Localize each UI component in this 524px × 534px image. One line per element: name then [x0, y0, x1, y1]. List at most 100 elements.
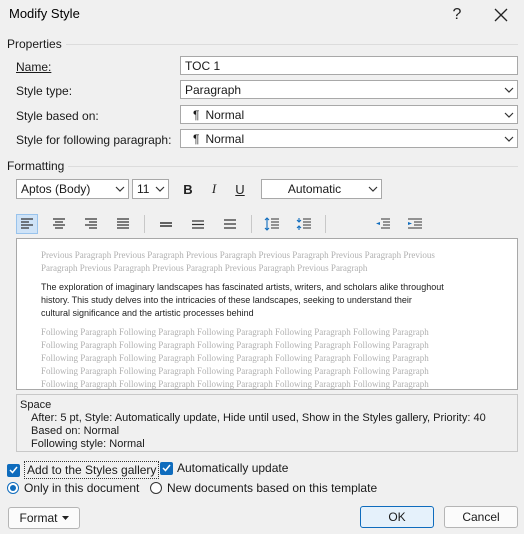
preview-previous-paragraph: Previous Paragraph Previous Paragraph Pr… [41, 249, 481, 275]
description-line: Space [20, 399, 52, 411]
font-select[interactable]: Aptos (Body) [16, 179, 129, 199]
paragraph-spacing-up-icon [264, 217, 279, 231]
decrease-indent-icon [376, 218, 390, 229]
preview-pane: Previous Paragraph Previous Paragraph Pr… [16, 238, 518, 390]
preview-line: Previous Paragraph Previous Paragraph Pr… [41, 250, 435, 260]
style-description: Space After: 5 pt, Style: Automatically … [16, 394, 518, 452]
only-this-document-radio[interactable]: Only in this document [7, 481, 139, 495]
decrease-indent-button[interactable] [372, 214, 394, 234]
only-this-document-label: Only in this document [24, 481, 140, 495]
style-following-select[interactable]: ¶ Normal [180, 129, 518, 148]
bold-button[interactable]: B [180, 180, 196, 198]
font-size-select[interactable]: 11 [132, 179, 169, 199]
chevron-down-icon [365, 180, 381, 198]
radio-unselected-icon [150, 482, 162, 494]
align-left-icon [21, 218, 33, 229]
style-type-label: Style type: [16, 84, 73, 98]
font-color-select[interactable]: Automatic [261, 179, 382, 199]
formatting-divider [68, 166, 518, 167]
add-to-gallery-label: Add to the Styles gallery [24, 461, 160, 479]
italic-button[interactable]: I [206, 180, 222, 198]
align-center-button[interactable] [48, 214, 70, 234]
preview-line: Paragraph Previous Paragraph Previous Pa… [41, 263, 368, 273]
cancel-button[interactable]: Cancel [444, 506, 518, 528]
new-documents-label: New documents based on this template [167, 481, 378, 495]
title-bar: Modify Style ? [0, 0, 524, 30]
dialog-title: Modify Style [9, 6, 80, 21]
description-line: Based on: Normal [31, 425, 120, 437]
align-center-icon [53, 218, 65, 229]
help-button[interactable]: ? [437, 2, 477, 28]
align-right-button[interactable] [80, 214, 102, 234]
style-type-value: Paragraph [185, 82, 242, 97]
paragraph-mark-icon: ¶ [193, 131, 200, 146]
paragraph-spacing-down-icon [296, 218, 311, 230]
preview-following-paragraph: Following Paragraph Following Paragraph … [41, 326, 481, 389]
checkbox-checked-icon [160, 461, 173, 475]
justify-icon [117, 218, 129, 229]
style-based-on-label: Style based on: [16, 109, 99, 123]
font-size-value: 11 [137, 182, 150, 196]
preview-line: Following Paragraph Following Paragraph … [41, 340, 429, 350]
decrease-paragraph-spacing-button[interactable] [293, 214, 315, 234]
ok-button[interactable]: OK [360, 506, 434, 528]
font-value: Aptos (Body) [21, 182, 91, 196]
paragraph-mark-icon: ¶ [193, 107, 200, 122]
preview-line: cultural significance and the artistic p… [41, 308, 254, 318]
chevron-down-icon [152, 180, 168, 198]
one-half-spacing-icon [192, 220, 204, 229]
style-following-label: Style for following paragraph: [16, 133, 172, 147]
underline-button[interactable]: U [232, 180, 248, 198]
increase-indent-button[interactable] [404, 214, 426, 234]
properties-divider [66, 44, 518, 45]
description-line: Following style: Normal [31, 438, 145, 450]
style-based-on-select[interactable]: ¶ Normal [180, 105, 518, 124]
name-field[interactable]: TOC 1 [180, 56, 518, 75]
toolbar-separator [325, 215, 326, 233]
chevron-down-icon [501, 106, 517, 123]
auto-update-label: Automatically update [177, 461, 289, 475]
close-icon [494, 8, 508, 22]
formatting-group-label: Formatting [7, 159, 65, 173]
format-menu-button[interactable]: Format [8, 507, 80, 529]
checkbox-checked-icon [7, 463, 20, 477]
toolbar-separator [144, 215, 145, 233]
auto-update-checkbox[interactable]: Automatically update [160, 461, 288, 475]
preview-line: Following Paragraph Following Paragraph … [41, 366, 429, 376]
preview-line: Following Paragraph Following Paragraph … [41, 379, 429, 389]
new-documents-radio[interactable]: New documents based on this template [150, 481, 377, 495]
align-left-button[interactable] [16, 214, 38, 234]
properties-group-label: Properties [7, 37, 62, 51]
close-button[interactable] [481, 2, 521, 28]
font-color-value: Automatic [287, 182, 342, 196]
radio-selected-icon [7, 482, 19, 494]
justify-button[interactable] [112, 214, 134, 234]
toolbar-separator [251, 215, 252, 233]
preview-line: Following Paragraph Following Paragraph … [41, 327, 429, 337]
align-right-icon [85, 218, 97, 229]
preview-current-paragraph: The exploration of imaginary landscapes … [41, 281, 491, 320]
preview-line: The exploration of imaginary landscapes … [41, 282, 444, 292]
style-following-value: Normal [205, 131, 245, 146]
help-icon: ? [452, 6, 462, 23]
increase-indent-icon [408, 218, 422, 229]
chevron-down-icon [501, 81, 517, 98]
format-button-label: Format [19, 511, 58, 525]
name-label: Name: [16, 60, 52, 74]
preview-line: history. This study delves into the intr… [41, 295, 412, 305]
add-to-gallery-checkbox[interactable]: Add to the Styles gallery [7, 461, 160, 479]
description-line: After: 5 pt, Style: Automatically update… [31, 412, 486, 424]
increase-paragraph-spacing-button[interactable] [261, 214, 283, 234]
single-spacing-button[interactable] [155, 214, 177, 234]
name-field-value: TOC 1 [185, 58, 221, 73]
caret-down-icon [61, 516, 69, 520]
one-half-spacing-button[interactable] [187, 214, 209, 234]
style-based-on-value: Normal [205, 107, 245, 122]
double-spacing-button[interactable] [219, 214, 241, 234]
double-spacing-icon [224, 219, 236, 229]
chevron-down-icon [501, 130, 517, 147]
preview-line: Following Paragraph Following Paragraph … [41, 353, 429, 363]
single-spacing-icon [160, 222, 172, 227]
style-type-select[interactable]: Paragraph [180, 80, 518, 99]
chevron-down-icon [112, 180, 128, 198]
